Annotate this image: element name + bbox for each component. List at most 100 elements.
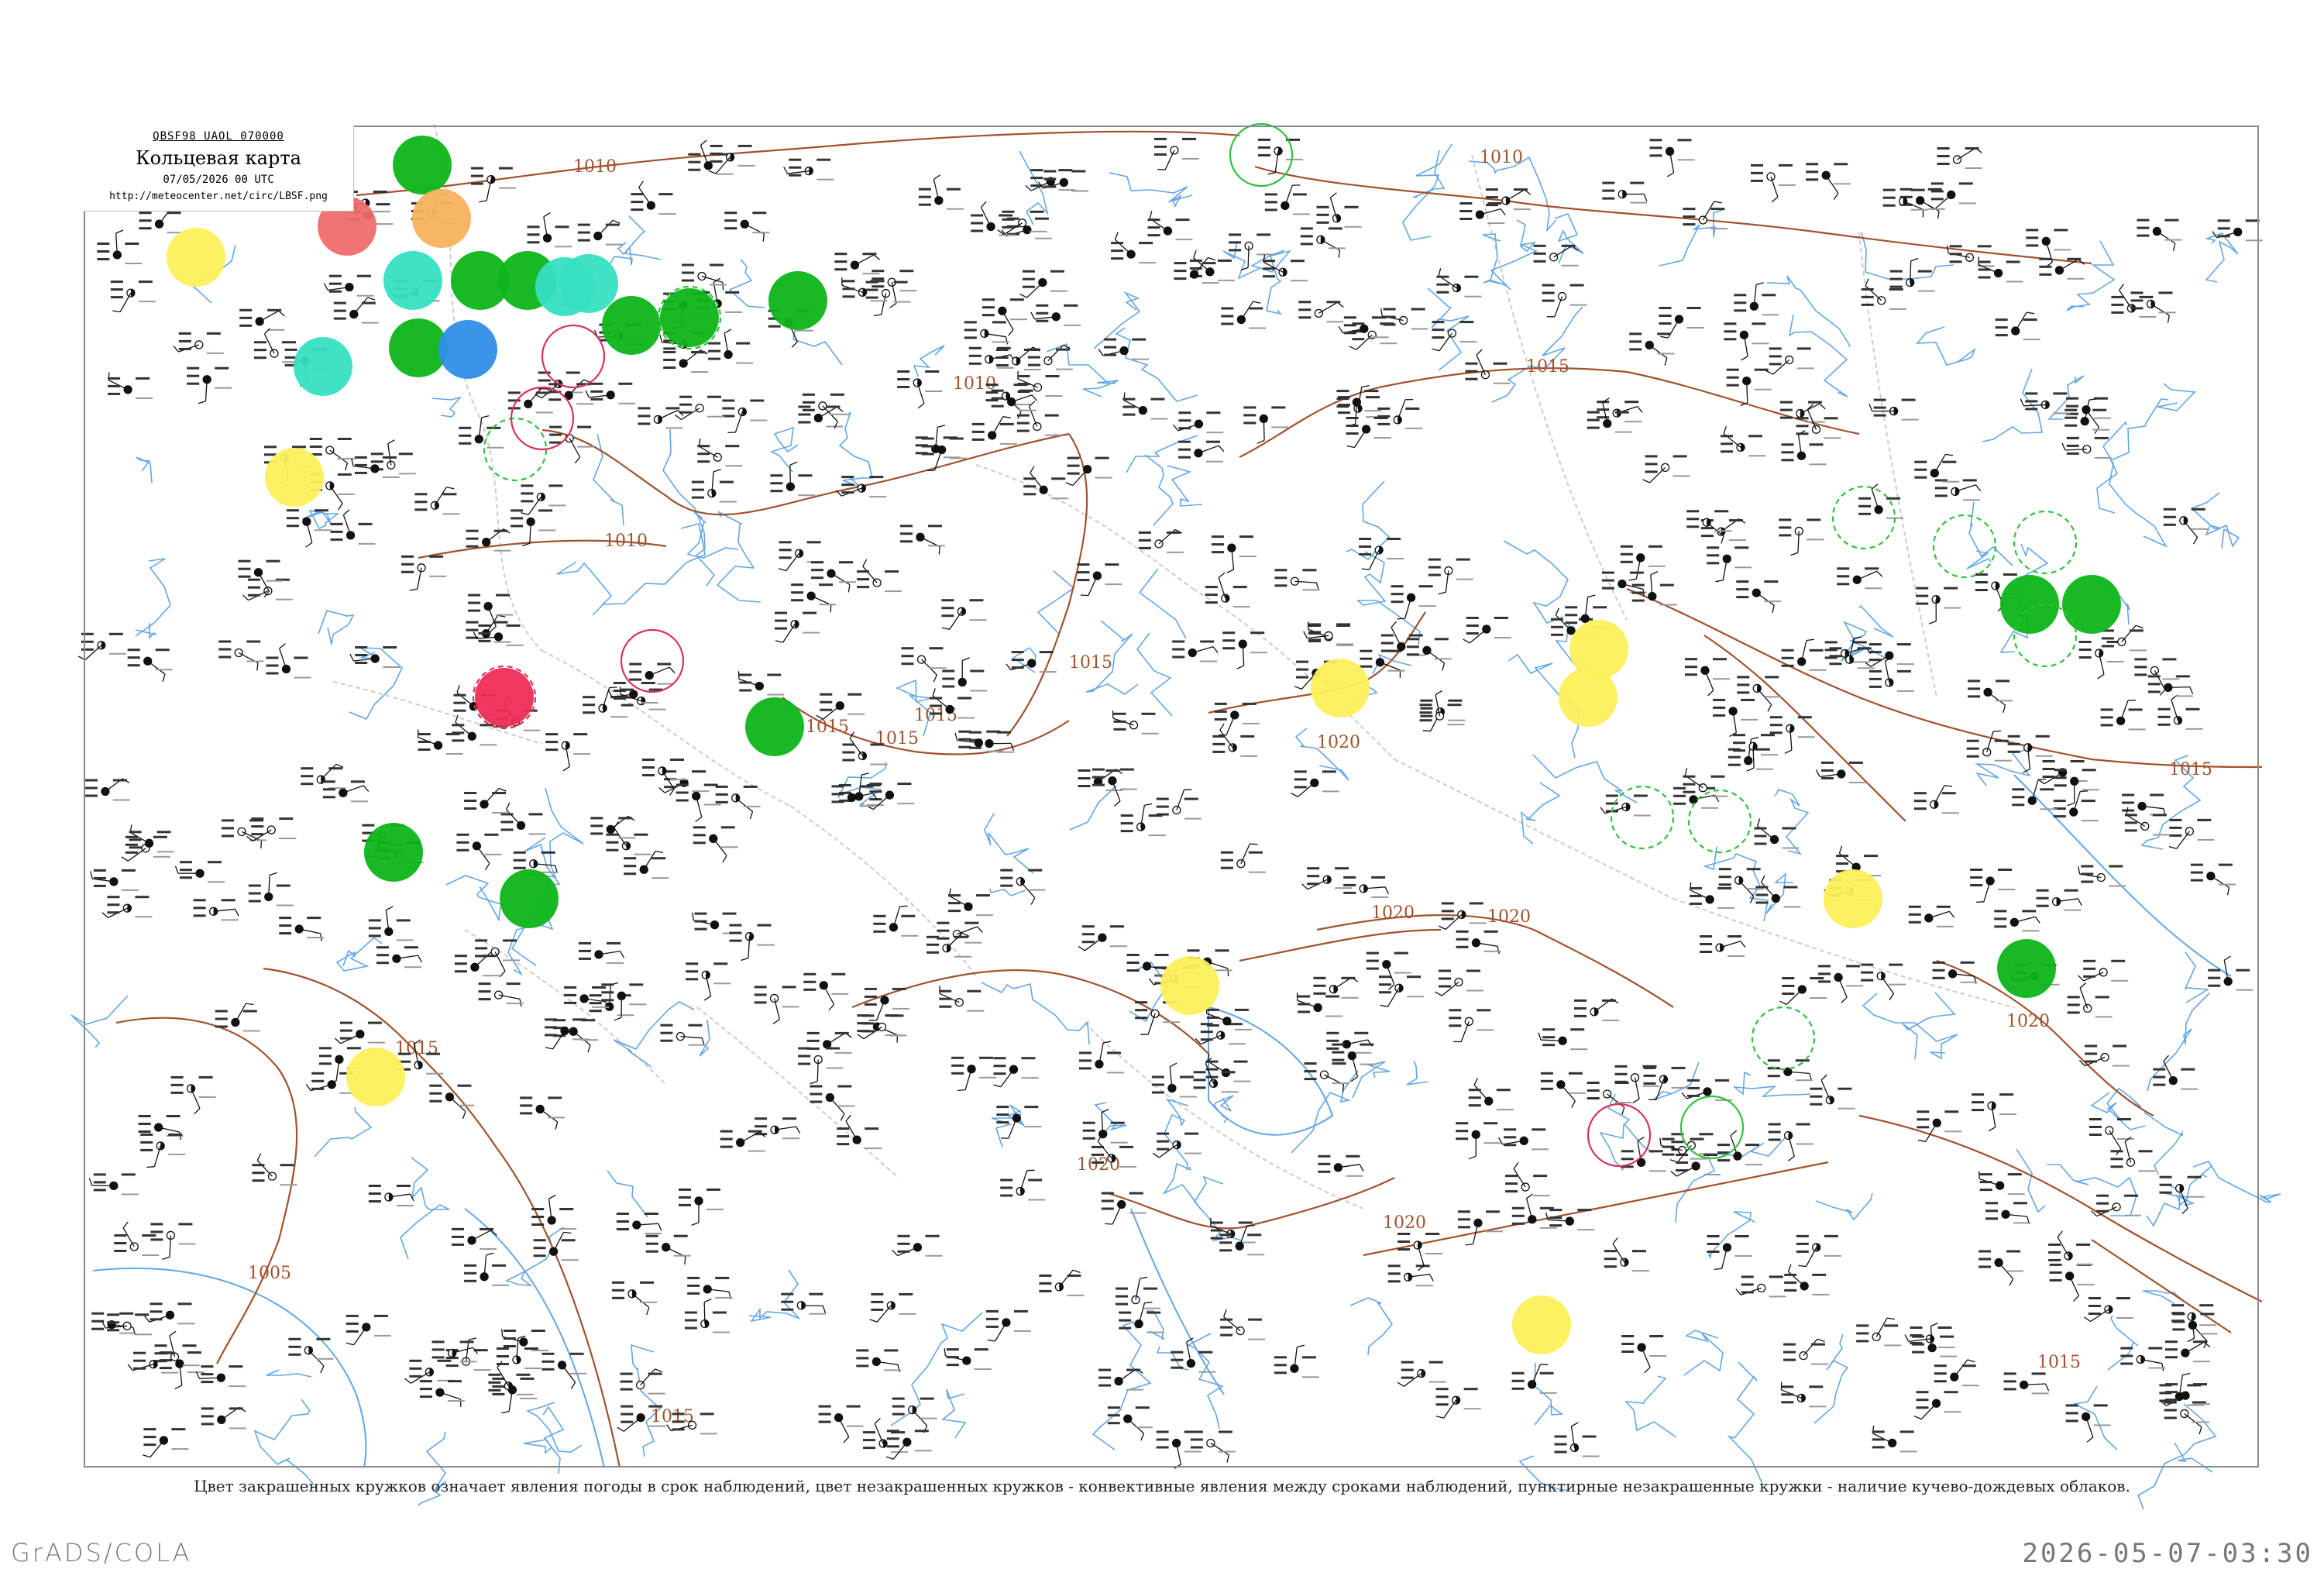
station-plot-icon	[1768, 1059, 1813, 1081]
station-plot-icon	[564, 986, 609, 1010]
isobar-label: 1020	[1383, 1213, 1426, 1233]
isobar-label: 1015	[806, 717, 849, 737]
station-plot-icon	[1092, 769, 1137, 807]
station-plot-icon	[892, 1235, 943, 1257]
station-plot-icon	[902, 647, 947, 682]
isobar-label: 1015	[1526, 357, 1569, 377]
station-plot-icon	[972, 417, 1017, 445]
station-plot-icon	[1222, 631, 1267, 669]
station-plot-icon	[1456, 1122, 1501, 1159]
station-plot-icon	[1298, 301, 1343, 322]
station-plot-icon	[150, 1223, 195, 1259]
station-plot-icon	[1077, 563, 1122, 596]
station-plot-icon	[1191, 1431, 1236, 1463]
legend-footnote: Цвет закрашенных кружков означает явлени…	[0, 1477, 2324, 1495]
station-plot-icon	[145, 1302, 195, 1324]
station-plot-icon	[1972, 1093, 2016, 1131]
station-plot-icon	[1017, 401, 1062, 436]
station-plot-icon	[464, 1253, 509, 1286]
station-plot-icon	[1985, 1202, 2030, 1224]
weather-circle	[2062, 575, 2121, 634]
station-plot-icon	[1000, 1170, 1045, 1200]
station-plot-icon	[1978, 256, 2023, 282]
station-plot-icon	[1783, 1339, 1828, 1364]
station-plot-icon	[2085, 1297, 2133, 1322]
station-plot-icon	[1113, 711, 1159, 735]
station-plot-icon	[331, 510, 376, 545]
station-plot-icon	[369, 907, 414, 941]
station-plot-icon	[111, 280, 156, 311]
weather-circle	[1559, 668, 1618, 727]
station-plot-icon	[1139, 530, 1184, 553]
station-plot-icon	[692, 470, 737, 503]
station-plot-icon	[1108, 1406, 1153, 1440]
station-plot-icon	[724, 212, 769, 242]
station-plot-icon	[369, 1185, 414, 1206]
weather-circle	[167, 228, 225, 287]
station-plot-icon	[1736, 1275, 1786, 1297]
station-plot-icon	[996, 347, 1041, 370]
station-plot-icon	[1994, 910, 2040, 931]
station-plot-icon	[816, 693, 865, 720]
station-plot-icon	[1317, 193, 1362, 228]
station-plot-icon	[335, 1022, 385, 1044]
weather-circle	[660, 288, 719, 347]
station-plot-icon	[1148, 211, 1193, 240]
station-plot-icon	[870, 1293, 916, 1322]
station-plot-icon	[642, 759, 687, 795]
station-plot-icon	[1979, 1172, 2025, 1196]
weather-circle	[294, 337, 352, 396]
station-plot-icon	[253, 1154, 297, 1186]
station-plot-icon	[1690, 883, 1734, 909]
station-plot-icon	[1469, 1078, 1514, 1110]
isobar-label: 1005	[248, 1264, 291, 1283]
station-plot-icon	[638, 407, 683, 428]
station-plot-icon	[1968, 680, 2013, 712]
station-plot-icon	[858, 1014, 907, 1038]
bulletin-code: QBSF98 UAOL 070000	[84, 130, 353, 143]
station-plot-icon	[578, 220, 623, 245]
station-plot-icon	[755, 1117, 800, 1139]
weather-map: 1010101010101015101010151015101510151020…	[0, 0, 2324, 1550]
station-plot-icon	[1318, 1155, 1363, 1177]
station-plot-icon	[1604, 1238, 1649, 1272]
station-plot-icon	[803, 973, 848, 1010]
station-plot-icon	[1970, 869, 2015, 902]
station-plot-icon	[1587, 398, 1632, 433]
station-plot-icon	[1914, 1391, 1961, 1419]
station-plot-icon	[1305, 1062, 1349, 1092]
station-plot-icon	[676, 784, 721, 822]
station-plot-icon	[646, 1235, 691, 1264]
station-plot-icon	[1122, 393, 1167, 420]
station-plot-icon	[842, 277, 888, 301]
station-plot-icon	[1205, 573, 1250, 607]
station-plot-icon	[140, 1134, 185, 1168]
weather-circle	[412, 189, 471, 248]
station-plot-icon	[873, 906, 918, 937]
station-plot-icon	[660, 1024, 705, 1046]
render-timestamp: 2026-05-07-03:30	[2022, 1538, 2313, 1569]
station-plot-icon	[1153, 1133, 1202, 1158]
station-plot-icon	[187, 367, 232, 404]
station-plot-icon	[89, 1173, 138, 1195]
station-plot-icon	[323, 780, 369, 802]
weather-phenomena-circles	[167, 124, 2121, 1354]
station-plot-icon	[1174, 411, 1224, 433]
station-plot-icon	[942, 658, 987, 692]
station-plot-icon	[2191, 864, 2236, 896]
station-plot-icon	[2160, 1176, 2205, 1214]
station-plot-icon	[1644, 1067, 1689, 1100]
station-plot-icon	[1769, 1123, 1813, 1161]
isobar-label: 1010	[1480, 148, 1523, 167]
station-plot-icon	[2212, 219, 2263, 241]
station-plot-icon	[1463, 617, 1511, 643]
isobar-label: 1020	[1371, 903, 1415, 923]
station-plot-icon	[2050, 1264, 2095, 1302]
station-plot-icon	[1837, 567, 1882, 589]
station-plot-icon	[520, 1096, 565, 1129]
station-plot-icon	[2102, 625, 2147, 651]
station-plot-icon	[1291, 770, 1339, 797]
weather-circle	[364, 823, 423, 882]
station-plot-icon	[279, 917, 324, 941]
station-plot-icon	[1869, 399, 1919, 421]
